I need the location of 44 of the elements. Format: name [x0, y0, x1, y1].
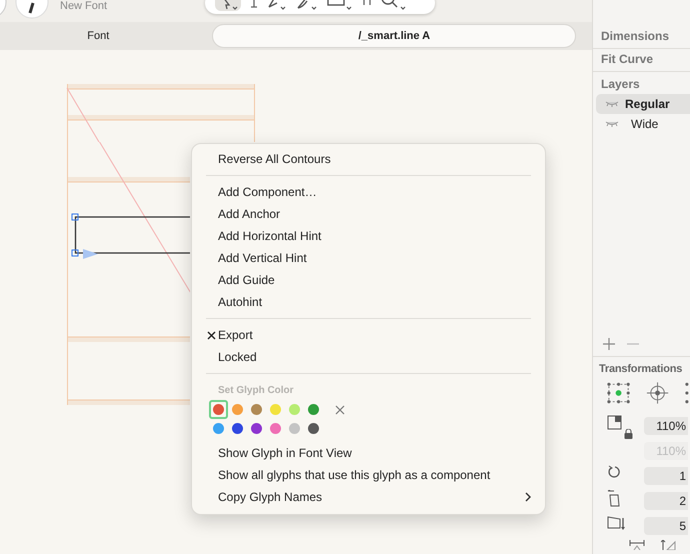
layer-item[interactable]: Wide — [596, 114, 690, 134]
slant-icon — [607, 490, 621, 508]
selection-origin-icon[interactable] — [606, 381, 632, 405]
tab[interactable]: Font — [0, 24, 196, 48]
section-header: Layers — [600, 76, 641, 93]
menu-item[interactable]: Add Anchor — [192, 203, 545, 225]
close-icon[interactable] — [335, 404, 345, 414]
section-header[interactable]: Dimensions — [593, 26, 690, 49]
layer-item[interactable]: Regular — [596, 94, 690, 114]
menu-item[interactable]: Show Glyph in Font View — [192, 442, 545, 464]
menu-item[interactable]: Autohint — [192, 291, 545, 313]
menu-item[interactable]: Locked — [192, 346, 545, 368]
value-field[interactable]: 1 — [644, 466, 688, 484]
document-name: New Font — [60, 0, 108, 13]
width-icon[interactable] — [629, 540, 645, 550]
menu-item[interactable]: Add Guide — [192, 269, 545, 291]
menu-item[interactable]: Add Horizontal Hint — [192, 225, 545, 247]
menu-header: Set Glyph Color — [217, 384, 295, 398]
scale-icon — [607, 414, 623, 430]
crosshair-icon[interactable] — [645, 381, 670, 405]
dots-icon[interactable] — [684, 381, 690, 405]
rotate-icon — [607, 464, 621, 478]
menu-item[interactable]: Export — [192, 324, 545, 346]
menu-item[interactable]: Add Vertical Hint — [192, 247, 545, 269]
pointer-icon[interactable] — [215, 0, 243, 13]
skew-icon — [607, 514, 627, 530]
tab[interactable]: /_smart.line A — [212, 24, 576, 48]
value-field[interactable]: 5 — [644, 516, 688, 534]
chevron-right-icon — [525, 492, 531, 502]
menu-item[interactable]: Show all glyphs that use this glyph as a component — [192, 464, 545, 486]
closed-eye-icon[interactable] — [605, 120, 619, 128]
section-header: Transformations — [599, 363, 684, 375]
lock-icon[interactable] — [624, 428, 633, 438]
menu-item[interactable]: Add Component… — [192, 181, 545, 203]
menu-item[interactable]: Reverse All Contours — [192, 148, 545, 170]
height-icon[interactable] — [661, 540, 677, 550]
value-field[interactable]: 110% — [644, 416, 688, 434]
section-header[interactable]: Fit Curve — [593, 49, 690, 72]
menu-item[interactable]: Copy Glyph Names — [192, 486, 545, 508]
info-icon[interactable] — [15, 0, 49, 20]
color-swatch[interactable] — [209, 400, 228, 419]
closed-eye-icon[interactable] — [605, 100, 619, 108]
plus-icon[interactable] — [603, 338, 615, 350]
value-field[interactable]: 2 — [644, 492, 688, 510]
